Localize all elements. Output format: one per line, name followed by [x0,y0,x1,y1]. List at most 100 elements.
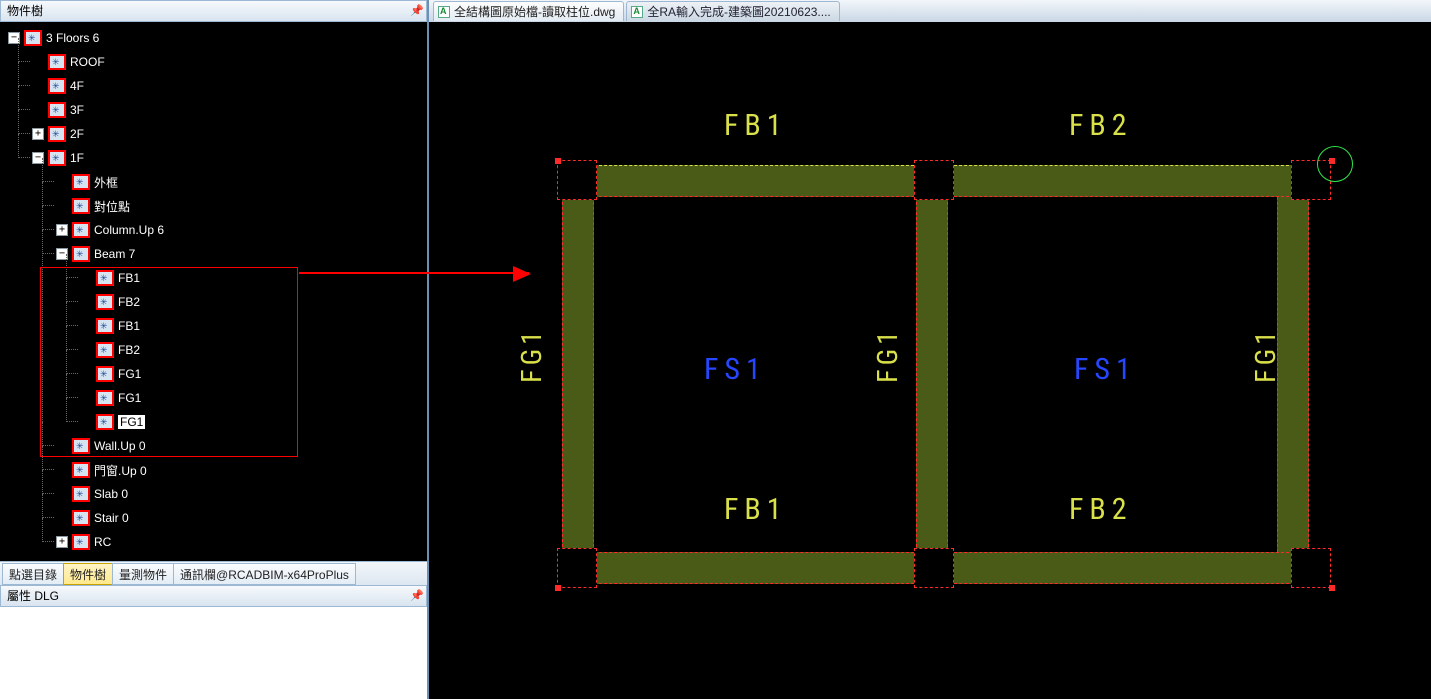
tree-item-door[interactable]: 門窗.Up 0 [56,458,427,482]
node-label: 1F [70,151,84,165]
beam-fg1-left[interactable] [562,197,594,552]
doc-tab-label: 全RA輸入完成-建築圖20210623.... [647,3,830,20]
tab-object-tree[interactable]: 物件樹 [63,563,113,585]
node-label-selected: FG1 [118,415,145,429]
node-label: 門窗.Up 0 [94,462,147,479]
cad-label-fs1: FS1 [1074,352,1137,387]
tree-root[interactable]: − 3 Floors 6 [8,26,427,50]
node-icon [48,54,66,70]
tab-measure[interactable]: 量測物件 [112,563,174,585]
tree-item-rc[interactable]: +RC [56,530,427,554]
node-label: Column.Up 6 [94,223,164,237]
tree-beam-child[interactable]: FG1 [80,362,427,386]
pin-icon[interactable]: 📌 [408,2,426,20]
tree-item-stair[interactable]: Stair 0 [56,506,427,530]
annotation-arrow-icon [299,272,529,274]
node-icon [72,246,90,262]
cad-label-fg1: FG1 [871,327,904,383]
tree-item-2f[interactable]: +2F [32,122,427,146]
cad-canvas[interactable]: FB1 FB2 FB1 FB2 FS1 FS1 FG1 FG1 FG1 [429,22,1431,699]
beam-fb1-top[interactable] [594,165,914,197]
node-icon [48,102,66,118]
node-label: 對位點 [94,198,130,215]
cad-label-fb2: FB2 [1069,492,1133,527]
tree-item-align[interactable]: 對位點 [56,194,427,218]
node-label: 3F [70,103,84,117]
right-panel: 全結構圖原始檔-讀取柱位.dwg 全RA輸入完成-建築圖20210623....… [429,0,1431,699]
prop-panel-body [0,607,427,699]
tree-item-roof[interactable]: ROOF [32,50,427,74]
node-icon [72,438,90,454]
bottom-tab-strip: 點選目錄 物件樹 量測物件 通訊欄@RCADBIM-x64ProPlus [0,561,427,585]
tree-beam-child[interactable]: FG1 [80,386,427,410]
column-node[interactable] [557,160,597,200]
tree-item-3f[interactable]: 3F [32,98,427,122]
tree-item-slab[interactable]: Slab 0 [56,482,427,506]
tree-beam-child[interactable]: FB1 [80,266,427,290]
document-tab-strip: 全結構圖原始檔-讀取柱位.dwg 全RA輸入完成-建築圖20210623.... [429,0,1431,22]
node-icon [96,270,114,286]
tree-beam-child[interactable]: FB1 [80,314,427,338]
node-icon [72,510,90,526]
object-tree[interactable]: − 3 Floors 6 ROOF 4F 3F +2F −1F 外框 對位點 +… [0,22,427,561]
node-icon [72,462,90,478]
doc-tab-inactive[interactable]: 全RA輸入完成-建築圖20210623.... [626,1,839,21]
column-node[interactable] [557,548,597,588]
node-label: Stair 0 [94,511,129,525]
node-icon [72,198,90,214]
column-node[interactable] [914,548,954,588]
tab-comms[interactable]: 通訊欄@RCADBIM-x64ProPlus [173,563,356,585]
tree-item-frame[interactable]: 外框 [56,170,427,194]
node-icon [96,390,114,406]
corner-marker [555,158,561,164]
doc-tab-label: 全結構圖原始檔-讀取柱位.dwg [454,3,615,20]
tree-beam-child[interactable]: FB2 [80,290,427,314]
node-label: ROOF [70,55,105,69]
tree-item-beam[interactable]: −Beam 7 [56,242,427,266]
cad-label-fb2: FB2 [1069,108,1133,143]
node-icon [72,486,90,502]
beam-fb2-top[interactable] [954,165,1294,197]
node-label: 外框 [94,174,118,191]
node-label: 2F [70,127,84,141]
node-label: FB2 [118,295,140,309]
cursor-circle-icon [1317,146,1353,182]
node-label: 3 Floors 6 [46,31,99,45]
left-panel: 物件樹 📌 − 3 Floors 6 ROOF 4F 3F +2F −1F [0,0,429,699]
pin-icon[interactable]: 📌 [408,587,426,605]
tree-panel-title: 物件樹 [7,1,43,21]
tree-item-4f[interactable]: 4F [32,74,427,98]
expand-icon[interactable]: + [56,224,68,236]
tree-beam-child[interactable]: FB2 [80,338,427,362]
beam-fg1-mid[interactable] [916,197,948,552]
prop-panel-header[interactable]: 屬性 DLG 📌 [0,585,427,607]
node-icon [24,30,42,46]
node-icon [96,414,114,430]
beam-fb1-bot[interactable] [594,552,914,584]
node-label: Beam 7 [94,247,135,261]
node-icon [72,174,90,190]
node-label: FG1 [118,391,141,405]
column-node[interactable] [1291,548,1331,588]
expand-icon[interactable]: + [56,536,68,548]
node-icon [96,366,114,382]
tree-beam-child-selected[interactable]: FG1 [80,410,427,434]
node-label: FB1 [118,319,140,333]
column-node[interactable] [914,160,954,200]
node-label: 4F [70,79,84,93]
corner-marker [1329,585,1335,591]
cad-label-fs1: FS1 [704,352,767,387]
node-icon [72,534,90,550]
node-icon [96,318,114,334]
node-icon [48,126,66,142]
tree-item-1f[interactable]: −1F [32,146,427,170]
cad-label-fb1: FB1 [724,108,788,143]
tab-picklist[interactable]: 點選目錄 [2,563,64,585]
tree-item-column[interactable]: + Column.Up 6 [56,218,427,242]
tree-panel-header[interactable]: 物件樹 📌 [0,0,427,22]
expand-icon[interactable]: + [32,128,44,140]
cad-label-fg1: FG1 [1249,327,1282,383]
tree-item-wall[interactable]: Wall.Up 0 [56,434,427,458]
doc-tab-active[interactable]: 全結構圖原始檔-讀取柱位.dwg [433,1,624,21]
beam-fb2-bot[interactable] [954,552,1294,584]
